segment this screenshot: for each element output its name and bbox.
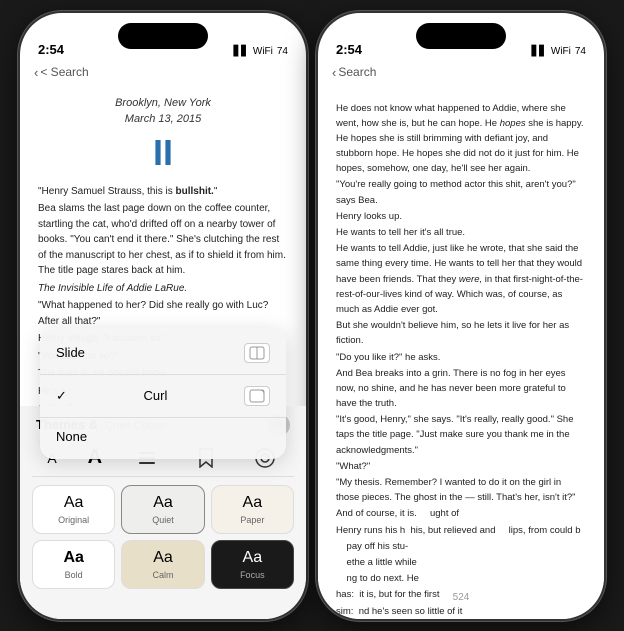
chevron-left-icon: ‹ [34,65,38,80]
rp-11: "My thesis. Remember? I wanted to do it … [336,475,586,505]
wifi-icon: WiFi [253,46,273,57]
curl-icon-box [244,386,270,406]
rp-1: He does not know what happened to Addie,… [336,101,586,177]
para-1: "Henry Samuel Strauss, this is bullshit.… [38,184,288,200]
rp-6: But she wouldn't believe him, so he lets… [336,318,586,348]
theme-bold[interactable]: Aa Bold [32,540,115,589]
signal-icon: ▋▋ [233,46,248,57]
rp-18: sim: nd he's seen so little of it [336,604,586,619]
theme-calm-aa: Aa [153,549,173,567]
slide-label: Slide [56,345,85,360]
check-icon: ✓ [56,388,67,404]
slide-icon-box [244,343,270,363]
theme-focus-label: Focus [240,570,265,580]
rp-15: ethe a little while [336,555,586,570]
theme-paper-aa: Aa [243,494,263,512]
rp-16: ng to do next. He [336,571,586,586]
chapter-number: II [38,132,288,174]
rp-3: Henry looks up. [336,209,586,224]
status-icons-right: ▋▋ WiFi 74 [531,46,586,57]
theme-original-aa: Aa [64,494,84,512]
none-label: None [56,429,87,444]
book-location: Brooklyn, New YorkMarch 13, 2015 [38,95,288,128]
wifi-icon-right: WiFi [551,46,571,57]
phone-left: 2:54 ▋▋ WiFi 74 ‹ < Search Brooklyn, New… [18,11,308,621]
nav-back-left[interactable]: ‹ < Search [34,65,89,80]
scroll-slide[interactable]: Slide [40,334,286,372]
nav-back-right[interactable]: ‹ Search [332,65,376,80]
theme-calm[interactable]: Aa Calm [121,540,204,589]
dynamic-island [118,23,208,49]
theme-quiet[interactable]: Aa Quiet [121,485,204,534]
para-2: Bea slams the last page down on the coff… [38,201,288,279]
phone-right: 2:54 ▋▋ WiFi 74 ‹ Search He does not kno… [316,11,606,621]
theme-paper[interactable]: Aa Paper [211,485,294,534]
theme-original[interactable]: Aa Original [32,485,115,534]
page-number: 524 [453,592,470,603]
theme-bold-aa: Aa [63,549,83,567]
rp-4: He wants to tell her it's all true. [336,225,586,240]
status-time-right: 2:54 [336,42,362,57]
theme-focus[interactable]: Aa Focus [211,540,294,589]
rp-10: "What?" [336,459,586,474]
chevron-left-icon-right: ‹ [332,65,336,80]
scroll-none[interactable]: None [40,420,286,453]
theme-grid: Aa Original Aa Quiet Aa Paper Aa Bold Aa [32,485,294,589]
para-4: "What happened to her? Did she really go… [38,298,288,329]
status-time-left: 2:54 [38,42,64,57]
rp-8: And Bea breaks into a grin. There is no … [336,366,586,412]
theme-focus-aa: Aa [243,549,263,567]
rp-5: He wants to tell Addie, just like he wro… [336,241,586,317]
rp-12: And of course, it is. ught of [336,506,586,521]
battery-icon-right: 74 [575,46,586,57]
signal-icon-right: ▋▋ [531,46,546,57]
theme-calm-label: Calm [152,570,173,580]
rp-14: pay off his stu- [336,539,586,554]
rp-9: "It's good, Henry," she says. "It's real… [336,412,586,458]
theme-bold-label: Bold [65,570,83,580]
theme-quiet-aa: Aa [153,494,173,512]
book-text-right: He does not know what happened to Addie,… [336,101,586,619]
curl-label: Curl [144,388,168,403]
scroll-panel: Slide ✓ Curl None [40,328,286,459]
rp-2: "You're really going to method actor thi… [336,177,586,207]
book-header: Brooklyn, New YorkMarch 13, 2015 II [38,95,288,174]
rp-13: Henry runs his h his, but relieved and l… [336,523,586,538]
scroll-curl[interactable]: ✓ Curl [40,377,286,415]
rp-7: "Do you like it?" he asks. [336,350,586,365]
theme-original-label: Original [58,515,89,525]
back-button-right[interactable]: ‹ Search [332,65,376,80]
dynamic-island-right [416,23,506,49]
back-button-left[interactable]: ‹ < Search [34,65,89,80]
para-3: The Invisible Life of Addie LaRue. [38,281,288,297]
phones-container: 2:54 ▋▋ WiFi 74 ‹ < Search Brooklyn, New… [8,1,616,631]
book-content-right: He does not know what happened to Addie,… [318,63,604,619]
battery-icon: 74 [277,46,288,57]
theme-paper-label: Paper [240,515,264,525]
status-icons-left: ▋▋ WiFi 74 [233,46,288,57]
theme-quiet-label: Quiet [152,515,174,525]
